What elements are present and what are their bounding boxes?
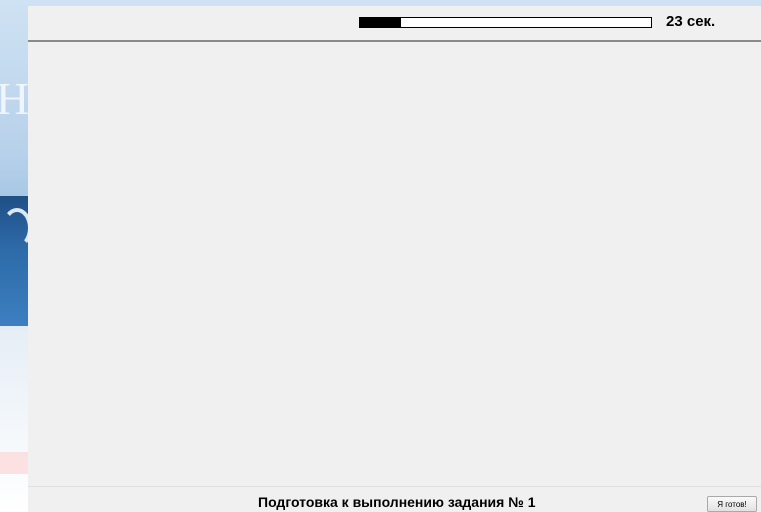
background-logo-fragment [2, 208, 30, 248]
countdown-progress-bar [359, 17, 652, 28]
status-bar: Подготовка к выполнению задания № 1 Я го… [28, 486, 761, 512]
ready-button[interactable]: Я готов! [707, 496, 757, 512]
countdown-seconds-label: 23 сек. [666, 13, 716, 30]
background-artwork: Н [0, 0, 30, 512]
background-letter-decoration: Н [0, 73, 30, 124]
task-content-area [28, 42, 761, 486]
task-status-text: Подготовка к выполнению задания № 1 [258, 494, 536, 510]
background-red-fragment [0, 452, 30, 474]
countdown-progress-fill [360, 18, 401, 27]
task-window: 23 сек. Подготовка к выполнению задания … [28, 6, 761, 512]
timer-bar: 23 сек. [28, 6, 761, 42]
